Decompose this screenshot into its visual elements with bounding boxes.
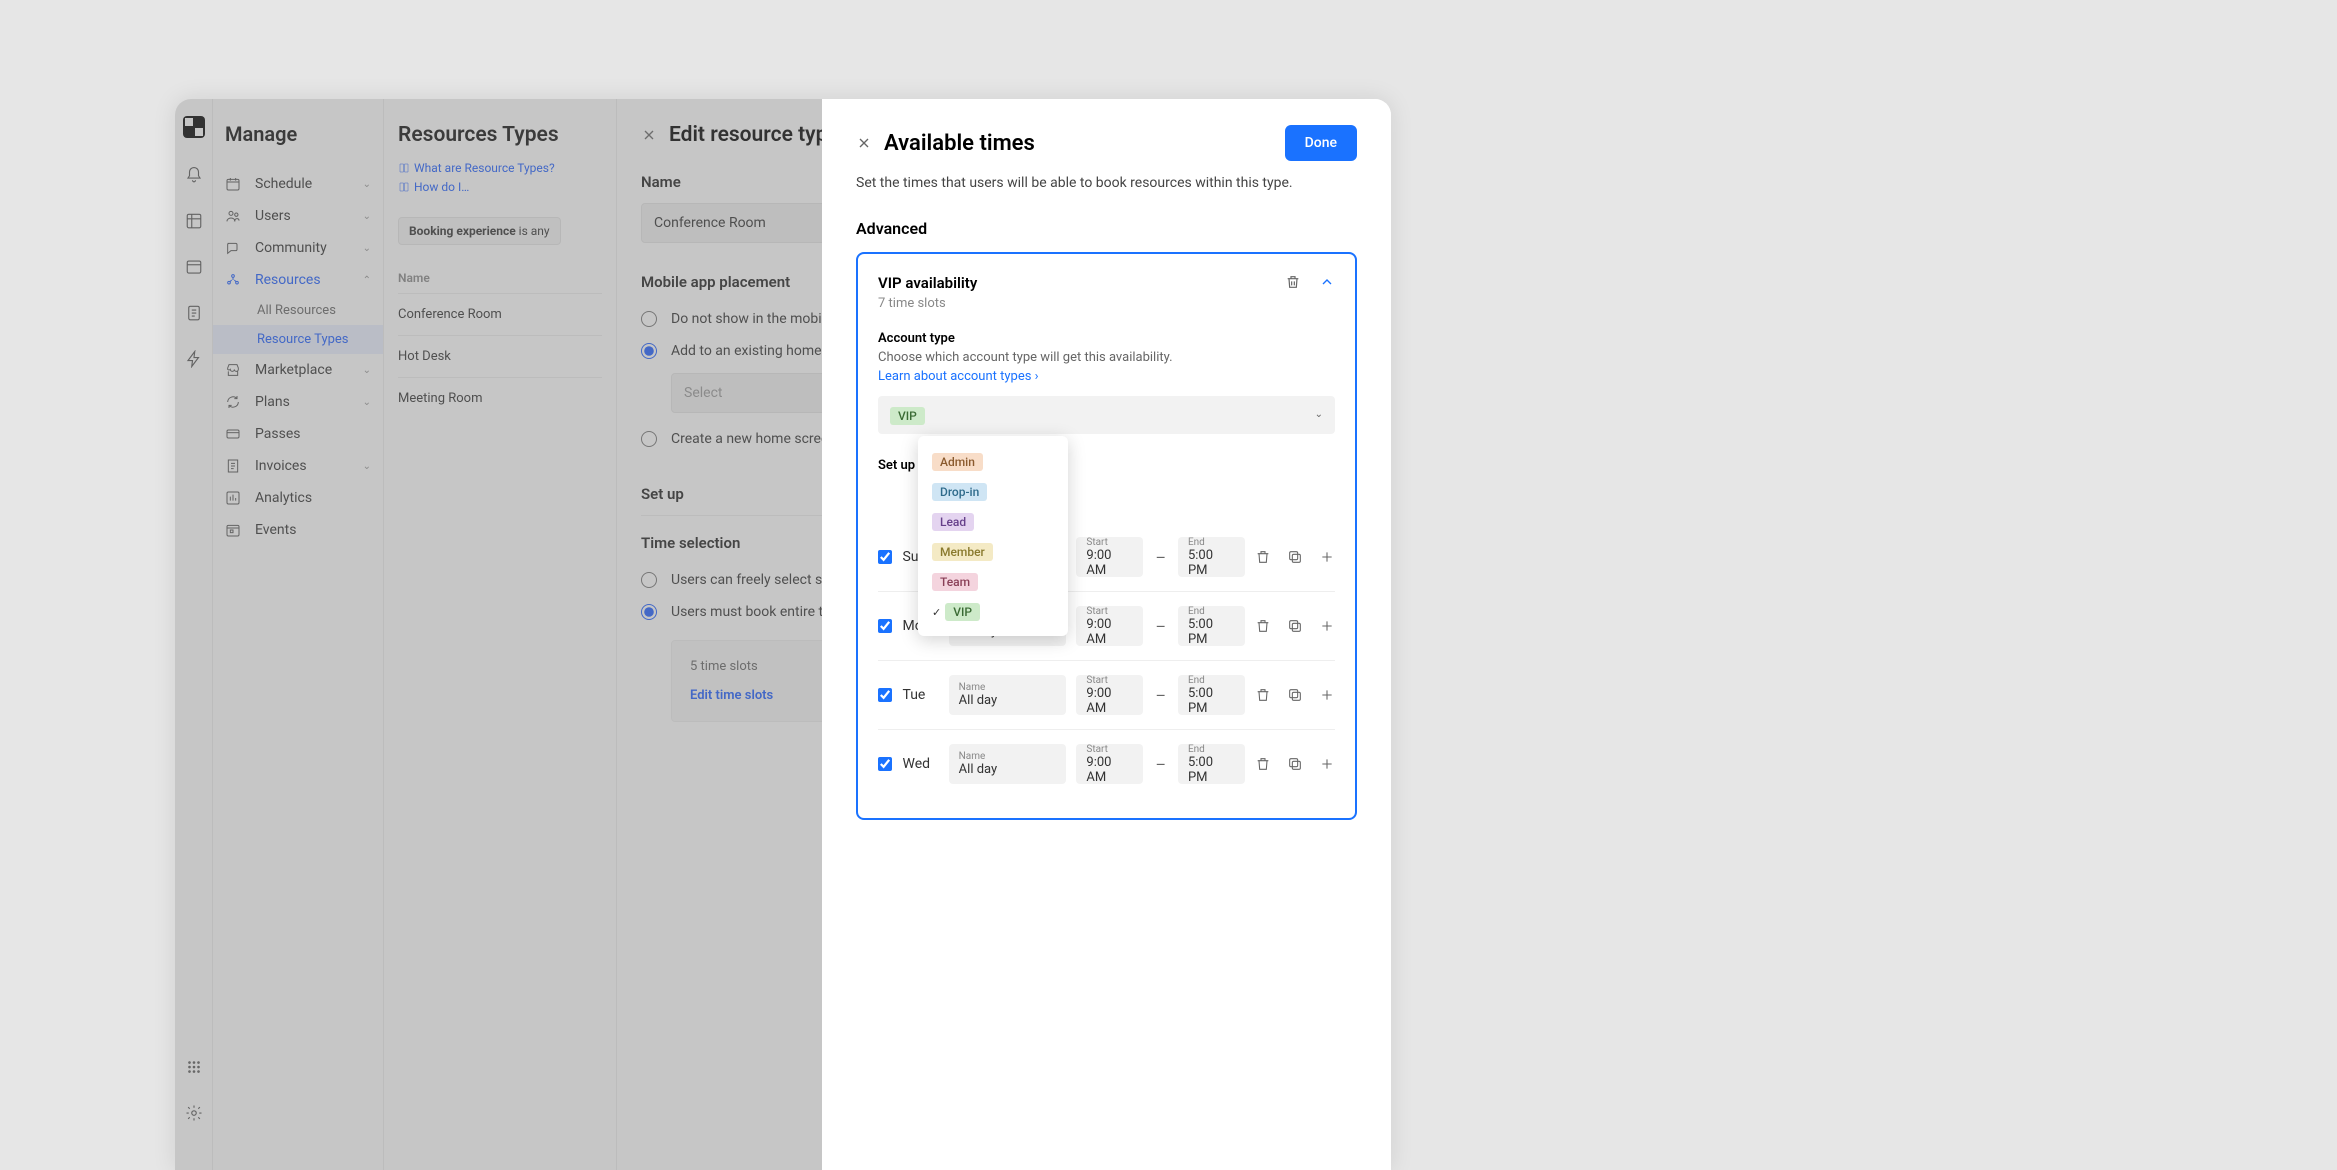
chevron-down-icon: ⌄ bbox=[1315, 409, 1323, 420]
option-dropin[interactable]: Drop-in bbox=[918, 476, 1068, 506]
slot-end-field[interactable]: End5:00 PM bbox=[1178, 537, 1245, 577]
close-icon[interactable] bbox=[856, 135, 872, 151]
option-member[interactable]: Member bbox=[918, 536, 1068, 566]
learn-account-types-link[interactable]: Learn about account types › bbox=[878, 369, 1039, 384]
option-vip[interactable]: VIP bbox=[918, 596, 1068, 626]
dash: – bbox=[1153, 548, 1168, 567]
day-checkbox[interactable] bbox=[878, 687, 892, 703]
pill-label: Team bbox=[932, 573, 978, 591]
day-label: Tue bbox=[902, 687, 938, 703]
dash: – bbox=[1153, 617, 1168, 636]
copy-icon[interactable] bbox=[1287, 549, 1303, 565]
account-type-label: Account type bbox=[878, 331, 1335, 346]
pill-label: Drop-in bbox=[932, 483, 987, 501]
slot-end-field[interactable]: End5:00 PM bbox=[1178, 744, 1245, 784]
slot-name-field[interactable]: NameAll day bbox=[949, 675, 1067, 715]
availability-card: VIP availability 7 time slots Account ty… bbox=[856, 252, 1357, 820]
chevron-up-icon[interactable] bbox=[1319, 274, 1335, 290]
slot-start-field[interactable]: Start9:00 AM bbox=[1076, 606, 1143, 646]
pill-label: Lead bbox=[932, 513, 974, 531]
trash-icon[interactable] bbox=[1285, 274, 1301, 290]
dim-overlay bbox=[175, 99, 822, 1170]
pill-label: Member bbox=[932, 543, 993, 561]
card-subtitle: 7 time slots bbox=[878, 296, 977, 311]
account-type-dropdown: Admin Drop-in Lead Member Team VIP bbox=[918, 436, 1068, 636]
slot-name-field[interactable]: NameAll day bbox=[949, 744, 1067, 784]
slot-start-field[interactable]: Start9:00 AM bbox=[1076, 744, 1143, 784]
copy-icon[interactable] bbox=[1287, 618, 1303, 634]
day-checkbox[interactable] bbox=[878, 756, 892, 772]
done-button[interactable]: Done bbox=[1285, 125, 1357, 161]
advanced-heading: Advanced bbox=[856, 219, 1357, 238]
pill-label: VIP bbox=[945, 603, 980, 621]
plus-icon[interactable] bbox=[1319, 549, 1335, 565]
plus-icon[interactable] bbox=[1319, 756, 1335, 772]
account-type-desc: Choose which account type will get this … bbox=[878, 350, 1335, 365]
trash-icon[interactable] bbox=[1255, 549, 1271, 565]
day-checkbox[interactable] bbox=[878, 549, 892, 565]
slot-row-wed: Wed NameAll day Start9:00 AM – End5:00 P… bbox=[878, 730, 1335, 798]
trash-icon[interactable] bbox=[1255, 687, 1271, 703]
slot-end-field[interactable]: End5:00 PM bbox=[1178, 675, 1245, 715]
option-lead[interactable]: Lead bbox=[918, 506, 1068, 536]
option-team[interactable]: Team bbox=[918, 566, 1068, 596]
dash: – bbox=[1153, 755, 1168, 774]
panel-subtitle: Set the times that users will be able to… bbox=[856, 175, 1357, 191]
plus-icon[interactable] bbox=[1319, 687, 1335, 703]
trash-icon[interactable] bbox=[1255, 618, 1271, 634]
account-type-select[interactable]: VIP ⌄ Admin Drop-in Lead Member Team VIP bbox=[878, 396, 1335, 434]
trash-icon[interactable] bbox=[1255, 756, 1271, 772]
card-title: VIP availability bbox=[878, 274, 977, 292]
pill-label: Admin bbox=[932, 453, 983, 471]
day-checkbox[interactable] bbox=[878, 618, 892, 634]
day-label: Wed bbox=[902, 756, 938, 772]
option-admin[interactable]: Admin bbox=[918, 446, 1068, 476]
panel-title: Available times bbox=[884, 131, 1285, 156]
selected-pill: VIP bbox=[890, 407, 925, 425]
app-window: Manage Schedule⌄ Users⌄ Community⌄ Resou… bbox=[175, 99, 1391, 1170]
slot-row-tue: Tue NameAll day Start9:00 AM – End5:00 P… bbox=[878, 661, 1335, 730]
dash: – bbox=[1153, 686, 1168, 705]
available-times-panel: Available times Done Set the times that … bbox=[822, 99, 1391, 1170]
copy-icon[interactable] bbox=[1287, 756, 1303, 772]
slot-start-field[interactable]: Start9:00 AM bbox=[1076, 537, 1143, 577]
slot-start-field[interactable]: Start9:00 AM bbox=[1076, 675, 1143, 715]
slot-end-field[interactable]: End5:00 PM bbox=[1178, 606, 1245, 646]
plus-icon[interactable] bbox=[1319, 618, 1335, 634]
copy-icon[interactable] bbox=[1287, 687, 1303, 703]
